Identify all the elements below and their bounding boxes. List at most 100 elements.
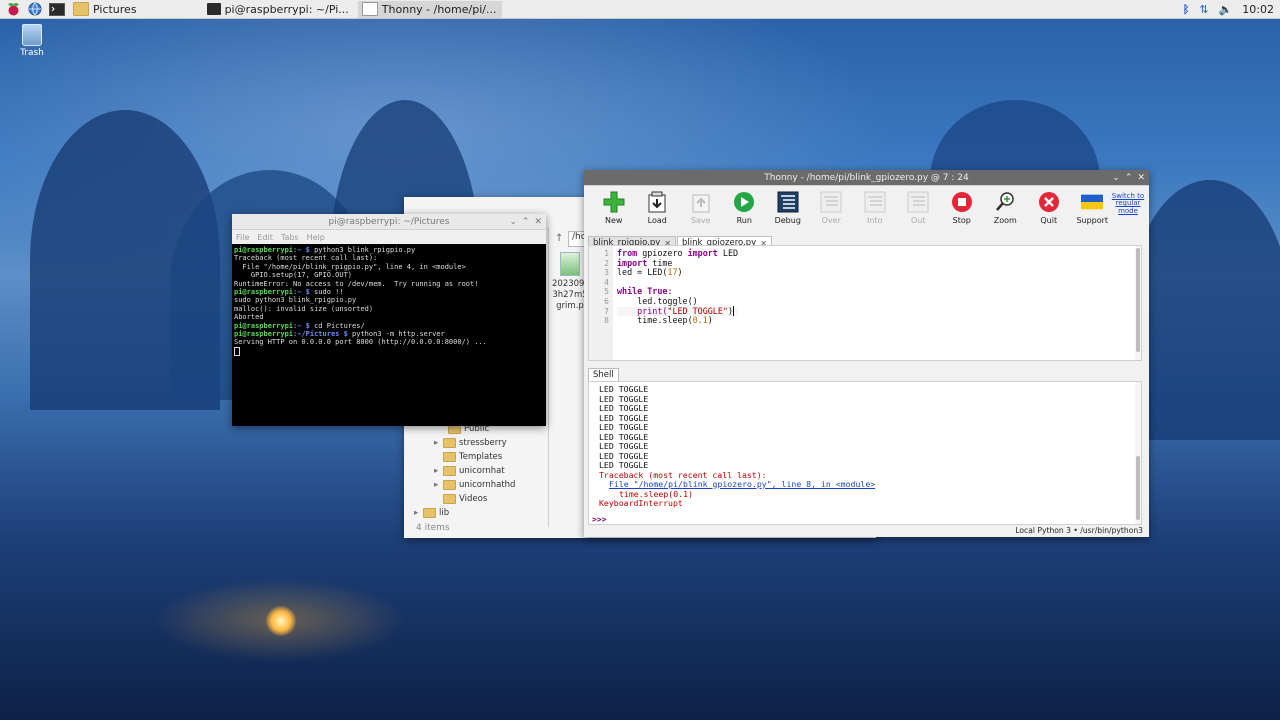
minimize-icon[interactable]: ⌄ xyxy=(509,217,517,227)
traceback-file-link[interactable]: File "/home/pi/blink_gpiozero.py", line … xyxy=(609,479,875,489)
menu-file[interactable]: File xyxy=(236,233,249,242)
file-item[interactable]: 2023092 3h27m5 grim.p xyxy=(552,252,590,312)
bluetooth-icon[interactable]: ᛒ xyxy=(1183,3,1190,16)
terminal-output[interactable]: pi@raspberrypi:~ $ python3 blink_rpigpio… xyxy=(232,244,546,358)
tree-item-label: unicornhat xyxy=(459,466,505,476)
code-editor[interactable]: 12345678 from gpiozero import LED import … xyxy=(588,245,1142,361)
desktop-trash[interactable]: Trash xyxy=(18,24,46,58)
run-button[interactable]: Run xyxy=(723,186,767,236)
close-icon[interactable]: ✕ xyxy=(1137,173,1145,183)
terminal-line: pi@raspberrypi:~ $ cd Pictures/ xyxy=(234,321,365,330)
tree-item-label: stressberry xyxy=(459,438,507,448)
expand-arrow-icon[interactable]: ▸ xyxy=(434,438,443,448)
debug-button[interactable]: Debug xyxy=(766,186,810,236)
save-icon xyxy=(690,191,712,213)
expand-arrow-icon[interactable]: ▸ xyxy=(434,480,443,490)
expand-arrow-icon[interactable]: ▸ xyxy=(414,508,423,518)
step-into-icon xyxy=(864,191,886,213)
tool-label: Run xyxy=(736,216,752,225)
tab-shell[interactable]: Shell xyxy=(588,368,619,381)
stop-button[interactable]: Stop xyxy=(940,186,984,236)
maximize-icon[interactable]: ⌃ xyxy=(522,217,530,227)
terminal-line: pi@raspberrypi:~/Pictures $ python3 -m h… xyxy=(234,330,445,339)
thonny-window[interactable]: Thonny - /home/pi/blink_gpiozero.py @ 7 … xyxy=(584,170,1149,537)
tool-label: Into xyxy=(867,216,883,225)
clock[interactable]: 10:02 xyxy=(1242,3,1274,16)
thonny-titlebar[interactable]: Thonny - /home/pi/blink_gpiozero.py @ 7 … xyxy=(584,170,1149,186)
tool-label: Quit xyxy=(1040,216,1058,225)
volume-icon[interactable]: 🔈 xyxy=(1219,3,1233,16)
step-over-icon xyxy=(820,191,842,213)
line-number-gutter: 12345678 xyxy=(589,246,613,360)
tree-item[interactable]: ▸ unicornhathd xyxy=(414,478,554,492)
tool-label: Support xyxy=(1076,216,1109,225)
terminal-line: Aborted xyxy=(234,313,264,322)
file-name-line: grim.p xyxy=(556,301,584,311)
thonny-statusbar: Local Python 3 • /usr/bin/python3 xyxy=(584,524,1149,537)
code-line: time.sleep(0.1) xyxy=(617,315,713,326)
file-name-line: 3h27m5 xyxy=(552,290,588,300)
tool-label: Over xyxy=(821,216,841,225)
taskbar-thonny-button[interactable]: Thonny - /home/pi/... xyxy=(357,0,503,18)
trash-label: Trash xyxy=(20,48,44,58)
maximize-icon[interactable]: ⌃ xyxy=(1125,173,1133,183)
menu-edit[interactable]: Edit xyxy=(257,233,273,242)
expand-arrow-icon[interactable]: ▸ xyxy=(434,466,443,476)
step-over-button[interactable]: Over xyxy=(810,186,854,236)
image-file-icon xyxy=(560,252,580,276)
back-arrow-icon[interactable]: ↑ xyxy=(555,233,563,244)
shell-panel[interactable]: LED TOGGLE LED TOGGLE LED TOGGLE LED TOGGLE… xyxy=(588,381,1142,525)
close-icon[interactable]: ✕ xyxy=(534,217,542,227)
terminal-line: pi@raspberrypi:~ $ python3 blink_rpigpio… xyxy=(234,246,416,254)
quit-button[interactable]: Quit xyxy=(1027,186,1071,236)
plus-icon xyxy=(603,191,625,213)
new-button[interactable]: New xyxy=(592,186,636,236)
tree-item[interactable]: ▸ stressberry xyxy=(414,436,554,450)
system-tray: ᛒ ⇅ 🔈 10:02 xyxy=(1183,0,1274,18)
zoom-button[interactable]: Zoom xyxy=(984,186,1028,236)
taskbar-terminal-button[interactable]: pi@raspberrypi: ~/Pi... xyxy=(203,1,355,18)
step-into-button[interactable]: Into xyxy=(853,186,897,236)
taskbar: Pictures pi@raspberrypi: ~/Pi... Thonny … xyxy=(0,0,1280,19)
browser-icon[interactable] xyxy=(26,1,44,17)
shell-output: LED TOGGLE LED TOGGLE LED TOGGLE LED TOGGLE… xyxy=(599,384,875,509)
terminal-titlebar[interactable]: pi@raspberrypi: ~/Pictures ⌄ ⌃ ✕ xyxy=(232,214,546,230)
terminal-launcher-icon[interactable] xyxy=(48,1,66,17)
load-icon xyxy=(646,191,668,213)
raspberry-menu-icon[interactable] xyxy=(4,1,22,17)
minimize-icon[interactable]: ⌄ xyxy=(1112,173,1120,183)
shell-prompt[interactable]: >>> xyxy=(592,515,606,524)
tree-item-label: Templates xyxy=(459,452,503,462)
folder-icon xyxy=(443,466,456,476)
zoom-icon xyxy=(994,191,1016,213)
terminal-window[interactable]: pi@raspberrypi: ~/Pictures ⌄ ⌃ ✕ File Ed… xyxy=(232,214,546,426)
network-icon[interactable]: ⇅ xyxy=(1199,3,1208,16)
background-hill xyxy=(1130,180,1280,440)
load-button[interactable]: Load xyxy=(636,186,680,236)
tree-item[interactable]: ▸ lib xyxy=(414,506,554,520)
shell-scrollbar[interactable] xyxy=(1135,382,1141,524)
menu-help[interactable]: Help xyxy=(307,233,325,242)
status-bar-text: 4 items xyxy=(416,523,450,533)
tool-label: Debug xyxy=(774,216,801,225)
code-text[interactable]: from gpiozero import LED import time led =… xyxy=(617,248,739,326)
tree-item[interactable]: Videos xyxy=(414,492,554,506)
tool-label: Out xyxy=(910,216,926,225)
save-button[interactable]: Save xyxy=(679,186,723,236)
taskbar-button-label: pi@raspberrypi: ~/Pi... xyxy=(224,2,349,16)
step-out-button[interactable]: Out xyxy=(897,186,941,236)
thonny-toolbar: New Load Save Run Debug Over Into Out St… xyxy=(584,186,1149,236)
switch-mode-link[interactable]: Switch to regular mode xyxy=(1111,192,1145,215)
menu-tabs[interactable]: Tabs xyxy=(281,233,299,242)
step-out-icon xyxy=(907,191,929,213)
editor-scrollbar[interactable] xyxy=(1135,246,1141,360)
interpreter-status[interactable]: Local Python 3 • /usr/bin/python3 xyxy=(1015,526,1143,535)
file-name-line: 2023092 xyxy=(552,279,590,289)
folder-icon xyxy=(73,2,89,16)
tree-item[interactable]: Templates xyxy=(414,450,554,464)
taskbar-pictures-button[interactable]: Pictures xyxy=(69,1,143,18)
tree-item[interactable]: ▸ unicornhat xyxy=(414,464,554,478)
support-button[interactable]: Support xyxy=(1071,186,1115,236)
folder-icon xyxy=(443,452,456,462)
tree-item-label: Videos xyxy=(459,494,488,504)
